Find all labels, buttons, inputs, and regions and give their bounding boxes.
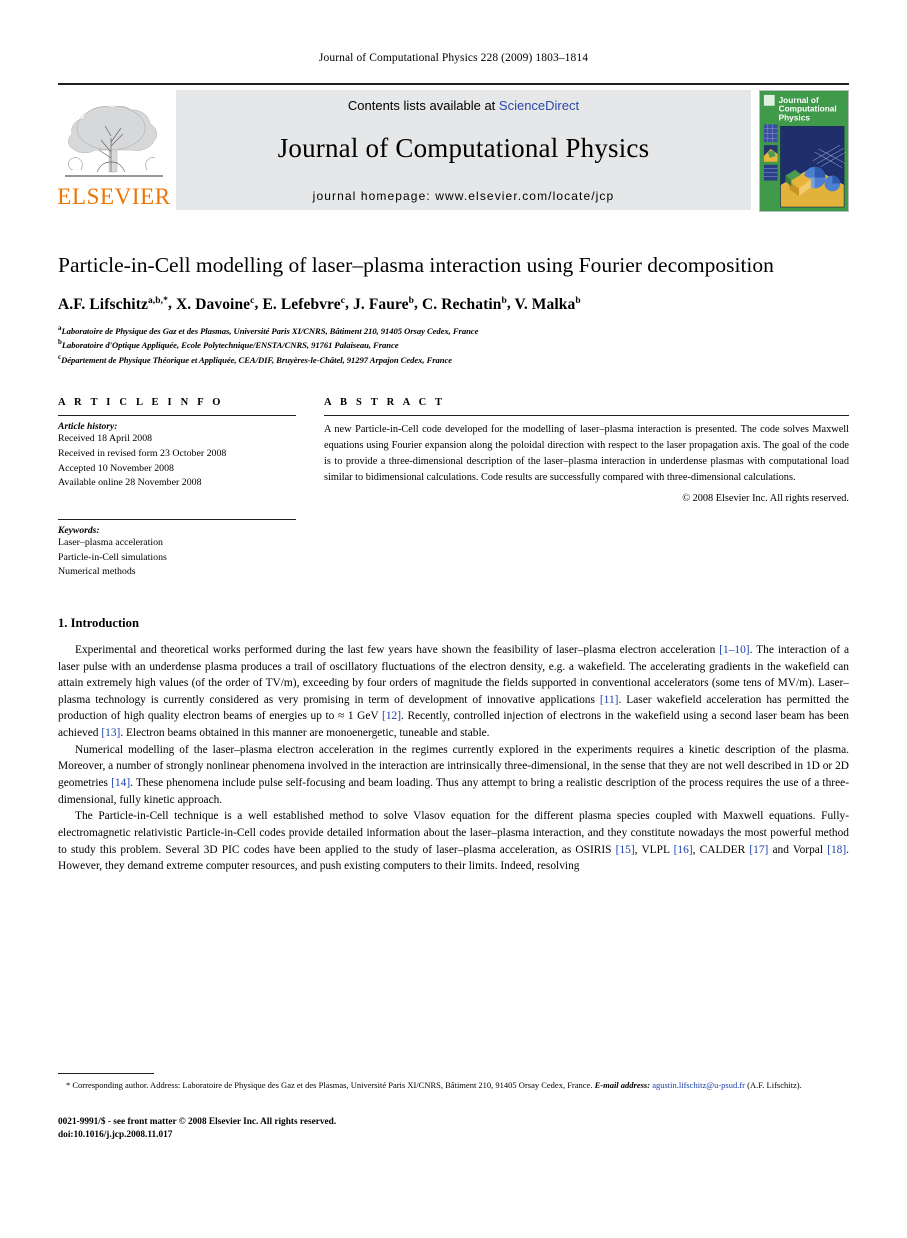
author-name: E. Lefebvre — [262, 295, 341, 313]
elsevier-tree-icon — [65, 105, 163, 177]
article-history-item: Available online 28 November 2008 — [58, 477, 202, 489]
abstract-text: A new Particle-in-Cell code developed fo… — [324, 424, 849, 483]
contents-lists-line: Contents lists available at ScienceDirec… — [176, 98, 751, 113]
article-history-label: Article history: — [58, 421, 118, 433]
running-head: Journal of Computational Physics 228 (20… — [318, 52, 589, 64]
corresponding-author-marker: * — [66, 1080, 71, 1090]
author-name: C. Rechatin — [422, 295, 502, 313]
keywords-label: Keywords: — [58, 524, 100, 536]
article-info-heading: A R T I C L E I N F O — [58, 397, 224, 409]
citation-reference[interactable]: [17] — [749, 844, 768, 856]
author-item: C. Rechatinb — [422, 295, 507, 313]
svg-text:Physics: Physics — [779, 112, 811, 122]
article-info-rule — [58, 415, 296, 417]
abstract-rule — [324, 415, 849, 417]
affiliation-text: Département de Physique Théorique et App… — [61, 355, 453, 366]
page-title: Particle-in-Cell modelling of laser–plas… — [58, 253, 774, 277]
email-link[interactable]: agustin.lifschitz@u-psud.fr — [652, 1080, 745, 1090]
citation-reference[interactable]: [1–10] — [719, 644, 749, 656]
author-name: A.F. Lifschitz — [58, 295, 148, 313]
body-paragraph: Numerical modelling of the laser–plasma … — [58, 743, 849, 806]
elsevier-wordmark: ELSEVIER — [57, 184, 171, 209]
affiliation-list: aLaboratoire de Physique des Gaz et des … — [58, 323, 849, 368]
author-name: X. Davoine — [175, 295, 251, 313]
footnote-rule — [58, 1073, 154, 1074]
journal-cover-art: Journal of Computational Physics — [760, 91, 848, 211]
citation-reference[interactable]: [13] — [101, 727, 120, 739]
article-history-item: Received 18 April 2008 — [58, 433, 153, 445]
keyword-item: Laser–plasma acceleration — [58, 536, 163, 548]
body-paragraph: Experimental and theoretical works perfo… — [58, 643, 849, 740]
title-block: Particle-in-Cell modelling of laser–plas… — [58, 251, 849, 367]
abstract-heading: A B S T R A C T — [324, 397, 446, 409]
citation-reference[interactable]: [14] — [111, 777, 130, 789]
footnote-area: * Corresponding author. Address: Laborat… — [58, 1073, 849, 1143]
citation-reference[interactable]: [15] — [616, 844, 635, 856]
article-page: Journal of Computational Physics 228 (20… — [0, 0, 907, 1238]
section-heading-introduction: 1. Introduction — [58, 615, 139, 630]
journal-title: Journal of Computational Physics — [277, 133, 650, 163]
author-affil-mark: b — [408, 295, 415, 306]
journal-cover-image: Journal of Computational Physics — [759, 90, 849, 212]
author-item: E. Lefebvrec — [262, 295, 346, 313]
body-paragraph: The Particle-in-Cell technique is a well… — [58, 810, 849, 873]
article-history-item: Accepted 10 November 2008 — [58, 462, 174, 474]
citation-reference[interactable]: [11] — [600, 694, 619, 706]
body-content: 1. Introduction Experimental and theoret… — [58, 616, 849, 875]
keywords-rule — [58, 518, 296, 520]
corresponding-author-text: Corresponding author. Address: Laboratoi… — [72, 1080, 593, 1090]
author-name: V. Malka — [514, 295, 576, 313]
citation-reference[interactable]: [16] — [674, 844, 693, 856]
author-item: X. Davoinec — [175, 295, 255, 313]
corresponding-author-note: * Corresponding author. Address: Laborat… — [58, 1079, 849, 1092]
abstract-copyright: © 2008 Elsevier Inc. All rights reserved… — [682, 493, 849, 505]
journal-masthead: ELSEVIER Contents lists available at Sci… — [57, 83, 849, 213]
author-affil-mark: c — [340, 295, 346, 306]
sciencedirect-link[interactable]: ScienceDirect — [499, 98, 579, 113]
article-info-column: A R T I C L E I N F O Article history: R… — [58, 397, 296, 580]
doi-line[interactable]: doi:10.1016/j.jcp.2008.11.017 — [58, 1129, 849, 1142]
journal-banner: Contents lists available at ScienceDirec… — [176, 90, 751, 210]
citation-reference[interactable]: [18] — [827, 844, 846, 856]
author-name: J. Faure — [353, 295, 409, 313]
affiliation-item: cDépartement de Physique Théorique et Ap… — [58, 352, 849, 367]
author-item: V. Malkab — [514, 295, 581, 313]
author-affil-mark: b — [575, 295, 581, 306]
author-item: J. Faureb — [353, 295, 415, 313]
affiliation-text: Laboratoire d'Optique Appliquée, Ecole P… — [61, 340, 399, 351]
journal-homepage-line[interactable]: journal homepage: www.elsevier.com/locat… — [176, 189, 751, 203]
author-affil-mark: b — [501, 295, 507, 306]
email-label: E-mail address: — [594, 1080, 651, 1090]
author-affil-mark: c — [250, 295, 255, 306]
keyword-item: Numerical methods — [58, 566, 136, 578]
keyword-item: Particle-in-Cell simulations — [58, 551, 167, 563]
author-affil-mark: a,b,* — [147, 295, 168, 306]
email-owner: (A.F. Lifschitz). — [747, 1080, 802, 1090]
info-abstract-row: A R T I C L E I N F O Article history: R… — [58, 397, 849, 580]
affiliation-item: bLaboratoire d'Optique Appliquée, Ecole … — [58, 337, 849, 352]
contents-lists-prefix: Contents lists available at — [347, 98, 499, 113]
citation-reference[interactable]: [12] — [382, 710, 401, 722]
elsevier-logo: ELSEVIER — [57, 90, 171, 209]
author-item: A.F. Lifschitza,b,* — [58, 295, 168, 313]
abstract-column: A B S T R A C T A new Particle-in-Cell c… — [324, 397, 849, 580]
article-history-item: Received in revised form 23 October 2008 — [58, 447, 227, 459]
author-list: A.F. Lifschitza,b,*, X. Davoinec, E. Lef… — [58, 295, 581, 313]
keywords-block: Keywords: Laser–plasma acceleration Part… — [58, 518, 296, 580]
issn-line: 0021-9991/$ - see front matter © 2008 El… — [58, 1116, 337, 1127]
imprint-block: 0021-9991/$ - see front matter © 2008 El… — [58, 1116, 849, 1143]
affiliation-text: Laboratoire de Physique des Gaz et des P… — [61, 325, 479, 336]
affiliation-item: aLaboratoire de Physique des Gaz et des … — [58, 323, 849, 338]
